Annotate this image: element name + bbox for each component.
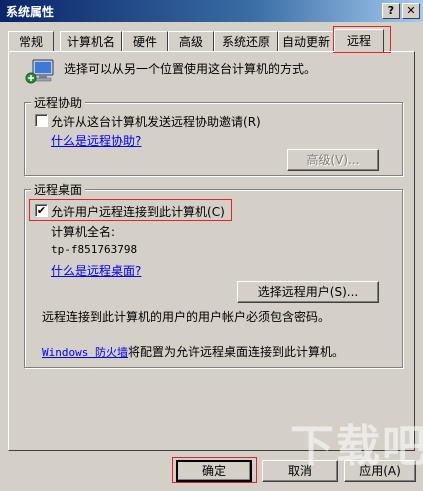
tab-advanced[interactable]: 高级 xyxy=(168,31,214,51)
ok-button[interactable]: 确定 xyxy=(176,460,252,482)
windows-firewall-link[interactable]: Windows 防火墙 xyxy=(42,346,128,359)
what-is-remote-desktop-link[interactable]: 什么是远程桌面? xyxy=(51,262,141,279)
close-button[interactable]: ✕ xyxy=(402,3,420,19)
intro-text: 选择可以从另一个位置使用这台计算机的方式。 xyxy=(64,62,317,76)
password-note: 远程连接到此计算机的用户的用户帐户必须包含密码。 xyxy=(42,310,331,324)
remote-computer-icon xyxy=(25,59,54,84)
remote-desktop-checkbox[interactable]: ✔ xyxy=(35,204,48,217)
remote-desktop-checkbox-label[interactable]: 允许用户远程连接到此计算机(C) xyxy=(51,203,225,220)
title-bar: 系统属性 ? ✕ xyxy=(0,0,423,22)
remote-desktop-group-label: 远程桌面 xyxy=(31,181,86,198)
computer-name-label: 计算机全名: xyxy=(51,225,116,239)
tab-automatic-updates[interactable]: 自动更新 xyxy=(278,31,334,51)
select-remote-users-button[interactable]: 选择远程用户(S)... xyxy=(237,281,379,303)
remote-assistance-group-label: 远程协助 xyxy=(31,94,86,111)
watermark-logo: 下载吧 xyxy=(290,421,423,472)
tab-hardware[interactable]: 硬件 xyxy=(122,31,168,51)
tab-strip: 常规 计算机名 硬件 高级 系统还原 自动更新 远程 xyxy=(8,29,418,52)
tab-remote[interactable]: 远程 xyxy=(334,29,384,52)
help-button[interactable]: ? xyxy=(382,3,400,19)
what-is-remote-assistance-link[interactable]: 什么是远程协助? xyxy=(51,132,141,149)
tab-general[interactable]: 常规 xyxy=(8,31,54,51)
remote-assistance-checkbox[interactable] xyxy=(35,114,48,127)
computer-name-value: tp-f851763798 xyxy=(51,243,138,256)
firewall-line: Windows 防火墙将配置为允许远程桌面连接到此计算机。 xyxy=(42,345,344,359)
advanced-button[interactable]: 高级(V)... xyxy=(287,149,379,171)
remote-assistance-checkbox-label[interactable]: 允许从这台计算机发送远程协助邀请(R) xyxy=(51,113,261,130)
tab-system-restore[interactable]: 系统还原 xyxy=(214,31,278,51)
tab-computer-name[interactable]: 计算机名 xyxy=(60,31,122,51)
window-title: 系统属性 xyxy=(6,5,55,19)
